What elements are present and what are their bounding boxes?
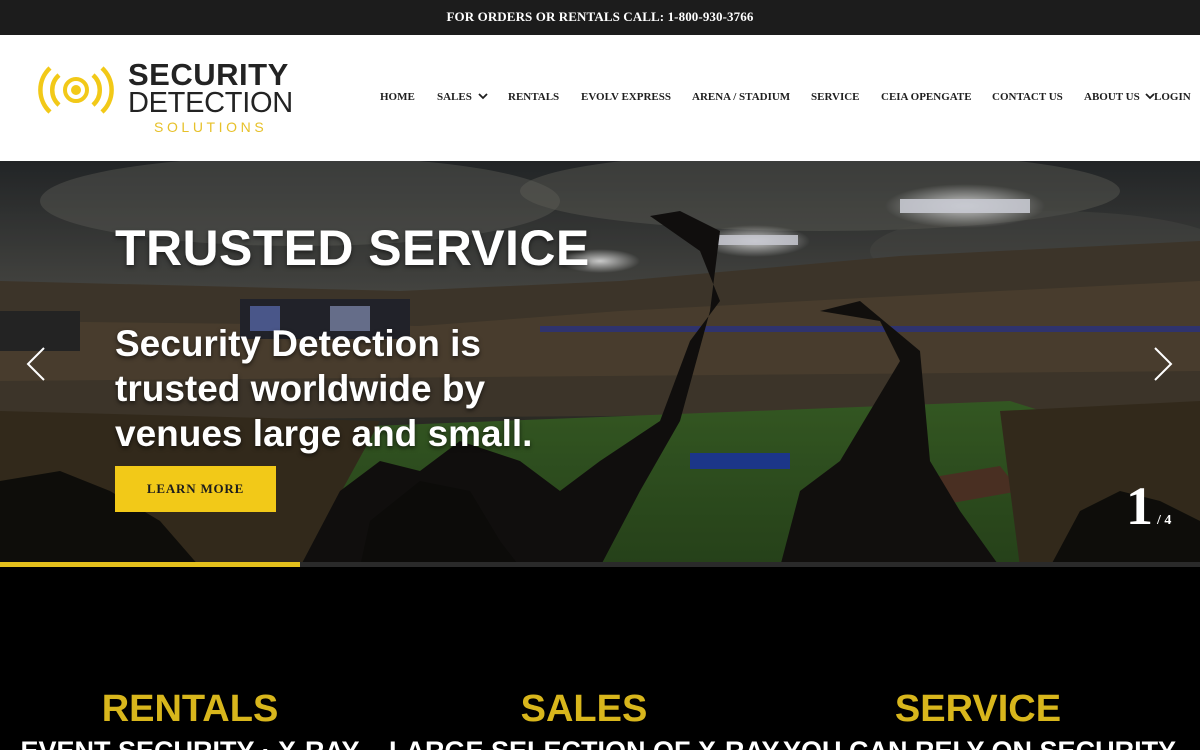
chevron-right-icon[interactable] bbox=[1152, 346, 1174, 382]
nav-item-home[interactable]: HOME bbox=[380, 91, 415, 103]
login-link[interactable]: LOGIN bbox=[1154, 91, 1191, 103]
feature-title: SERVICE bbox=[894, 688, 1062, 730]
nav-item-sales[interactable]: SALES bbox=[437, 91, 488, 103]
top-announcement-bar: FOR ORDERS OR RENTALS CALL: 1-800-930-37… bbox=[0, 0, 1200, 35]
logo-solutions-text: SOLUTIONS bbox=[154, 119, 268, 135]
services-section: RENTALS EVENT SECURITY · X-RAY SALES LAR… bbox=[0, 567, 1200, 750]
hero-title: TRUSTED SERVICE bbox=[115, 220, 590, 276]
nav-item-label: HOME bbox=[380, 91, 415, 103]
order-phone-text: FOR ORDERS OR RENTALS CALL: 1-800-930-37… bbox=[446, 9, 754, 24]
site-logo[interactable]: SECURITY DETECTION SOLUTIONS bbox=[36, 59, 316, 139]
nav-item-ceia-opengate[interactable]: CEIA OPENGATE bbox=[881, 91, 972, 103]
nav-item-label: SALES bbox=[437, 91, 472, 103]
slide-counter: 1 / 4 bbox=[1126, 479, 1171, 533]
feature-sales[interactable]: SALES LARGE SELECTION OF X-RAY bbox=[389, 687, 780, 750]
nav-item-about-us[interactable]: ABOUT US bbox=[1084, 91, 1156, 103]
slide-current-number: 1 bbox=[1126, 476, 1153, 536]
signal-target-icon bbox=[38, 66, 114, 114]
nav-item-label: EVOLV EXPRESS bbox=[581, 91, 671, 103]
feature-rentals[interactable]: RENTALS EVENT SECURITY · X-RAY bbox=[0, 687, 385, 750]
hero-subtitle: Security Detection is trusted worldwide … bbox=[115, 323, 533, 454]
nav-item-evolv-express[interactable]: EVOLV EXPRESS bbox=[581, 91, 671, 103]
nav-item-label: ARENA / STADIUM bbox=[692, 91, 791, 103]
site-header: SECURITY DETECTION SOLUTIONS HOME SALES … bbox=[0, 35, 1200, 161]
feature-service[interactable]: SERVICE YOU CAN RELY ON SECURITY bbox=[783, 687, 1176, 750]
learn-more-button[interactable]: LEARN MORE bbox=[115, 466, 276, 512]
nav-item-label: SERVICE bbox=[811, 91, 860, 103]
chevron-left-icon[interactable] bbox=[25, 346, 47, 382]
feature-text: LARGE SELECTION OF X-RAY bbox=[389, 733, 780, 750]
hero-slider: TRUSTED SERVICE Security Detection is tr… bbox=[0, 161, 1200, 567]
nav-item-rentals[interactable]: RENTALS bbox=[508, 91, 559, 103]
nav-item-label: ABOUT US bbox=[1084, 91, 1140, 103]
chevron-down-icon bbox=[477, 93, 488, 100]
slide-total-number: / 4 bbox=[1157, 513, 1172, 528]
nav-item-contact-us[interactable]: CONTACT US bbox=[992, 91, 1063, 103]
feature-text: YOU CAN RELY ON SECURITY bbox=[783, 733, 1176, 750]
feature-title: SALES bbox=[520, 688, 648, 730]
nav-item-label: CEIA OPENGATE bbox=[881, 91, 972, 103]
nav-item-label: CONTACT US bbox=[992, 91, 1063, 103]
nav-item-service[interactable]: SERVICE bbox=[811, 91, 860, 103]
feature-title: RENTALS bbox=[101, 688, 279, 730]
feature-text: EVENT SECURITY · X-RAY bbox=[0, 733, 385, 750]
logo-detection-text: DETECTION bbox=[128, 87, 293, 119]
nav-item-arena-stadium[interactable]: ARENA / STADIUM bbox=[692, 91, 790, 103]
nav-item-label: RENTALS bbox=[508, 91, 560, 103]
